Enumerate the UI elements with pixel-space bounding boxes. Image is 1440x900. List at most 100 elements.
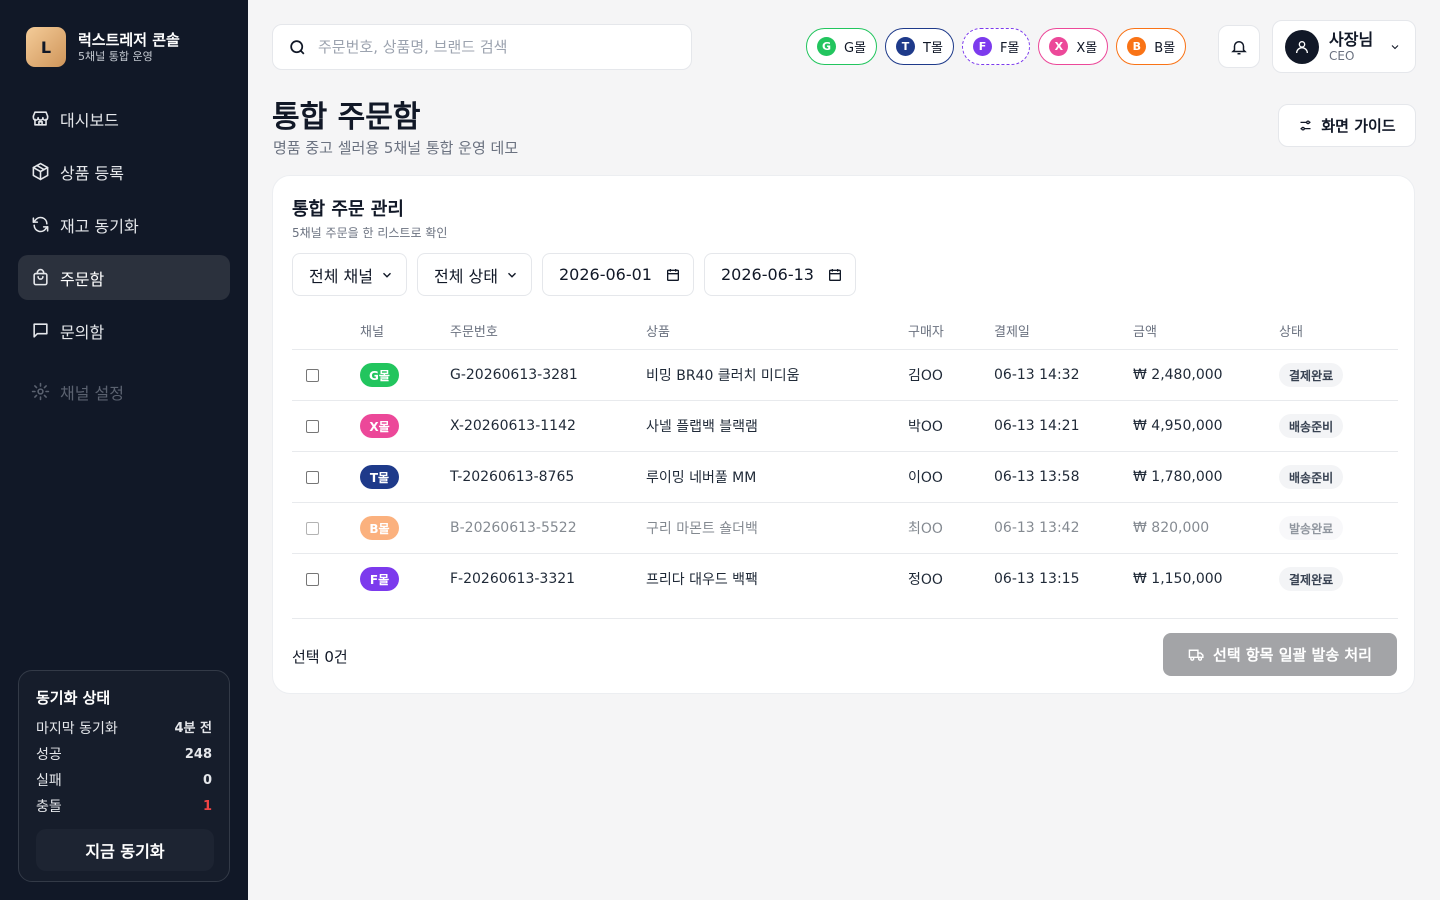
amount: ₩ 1,150,000	[1133, 571, 1223, 587]
brand-subtitle: 5채널 통합 운영	[78, 50, 153, 63]
table-row[interactable]: G몰 G-20260613-3281 비밍 BR40 클러치 미디움 김OO 06-13…	[292, 350, 1398, 400]
row-checkbox[interactable]	[306, 470, 319, 484]
column-header-amount: 금액	[1133, 325, 1157, 340]
table-row[interactable]: F몰 F-20260613-3321 프리다 대우드 백팩 정OO 06-13 13:1…	[292, 554, 1398, 604]
sidebar-item-product-register[interactable]: 상품 등록	[18, 149, 230, 194]
brand: L 럭스트레저 콘솔 5채널 통합 운영	[26, 27, 180, 67]
table-row[interactable]: B몰 B-20260613-5522 구리 마몬트 숄더백 최OO 06-13 13:4…	[292, 503, 1398, 553]
channel-label: F몰	[999, 41, 1020, 56]
truck-icon	[1188, 649, 1204, 661]
column-header-status: 상태	[1279, 325, 1303, 340]
channel-chip-x[interactable]: X X몰	[1038, 28, 1109, 65]
row-checkbox[interactable]	[306, 368, 319, 382]
screen-guide-button[interactable]: 화면 가이드	[1278, 104, 1416, 147]
column-header-order-no: 주문번호	[450, 325, 498, 340]
channel-dot: G	[817, 37, 836, 56]
table-row[interactable]: X몰 X-20260613-1142 사넬 플랩백 블랙램 박OO 06-13 14:2…	[292, 401, 1398, 451]
channel-badge: T몰	[360, 465, 399, 489]
filter-value: 전체 상태	[434, 266, 498, 286]
channel-badge: F몰	[360, 567, 399, 591]
product-name: 사넬 플랩백 블랙램	[646, 419, 758, 435]
filter-value: 2026-06-01	[559, 265, 652, 284]
buyer-name: 정OO	[908, 572, 943, 588]
amount: ₩ 2,480,000	[1133, 367, 1223, 383]
channel-label: X몰	[1076, 41, 1098, 56]
sync-value: 248	[184, 747, 212, 762]
sidebar: L 럭스트레저 콘솔 5채널 통합 운영 대시보드 상품 등록 재고 동기화 주…	[0, 0, 248, 900]
sync-value: 4분 전	[174, 721, 213, 736]
channel-chip-t[interactable]: T T몰	[885, 28, 954, 65]
search-bar[interactable]	[272, 24, 692, 70]
channel-filter-select[interactable]: 전체 채널	[292, 253, 407, 296]
sync-label: 성공	[36, 747, 62, 763]
buyer-name: 이OO	[908, 470, 943, 486]
bulk-ship-label: 선택 항목 일괄 발송 처리	[1213, 646, 1372, 664]
order-number[interactable]: F-20260613-3321	[450, 554, 575, 604]
sync-label: 충돌	[36, 799, 62, 815]
order-number[interactable]: B-20260613-5522	[450, 503, 577, 553]
status-badge: 배송준비	[1279, 465, 1344, 489]
sidebar-item-label: 재고 동기화	[60, 216, 139, 236]
sync-row-success: 성공 248	[36, 742, 212, 768]
column-header-paid-at: 결제일	[994, 325, 1030, 340]
filter-value: 2026-06-13	[721, 265, 814, 284]
amount: ₩ 820,000	[1133, 520, 1210, 536]
channel-dot: F	[972, 37, 992, 56]
sidebar-item-label: 주문함	[60, 269, 105, 289]
calendar-icon	[667, 268, 679, 281]
channel-dot: X	[1049, 37, 1069, 56]
status-badge: 결제완료	[1279, 363, 1344, 387]
product-name: 루이밍 네버풀 MM	[646, 470, 757, 486]
status-badge: 배송준비	[1279, 414, 1344, 438]
buyer-name: 박OO	[908, 419, 943, 435]
sidebar-item-label: 상품 등록	[60, 163, 124, 183]
channel-label: T몰	[923, 41, 943, 56]
channel-label: B몰	[1154, 41, 1176, 56]
paid-at: 06-13 13:42	[994, 520, 1080, 536]
row-checkbox[interactable]	[306, 572, 319, 586]
shopping-bag-icon	[33, 268, 48, 286]
guide-label: 화면 가이드	[1321, 117, 1396, 135]
channel-dot: T	[896, 37, 916, 56]
channel-chip-f[interactable]: F F몰	[961, 28, 1031, 65]
date-to-input[interactable]: 2026-06-13	[704, 253, 856, 296]
channel-chips: G G몰 T T몰 F F몰 X X몰 B B몰	[806, 28, 1194, 65]
gear-icon	[31, 382, 50, 401]
sidebar-item-orders[interactable]: 주문함	[18, 255, 230, 300]
sidebar-item-dashboard[interactable]: 대시보드	[18, 96, 230, 141]
channel-badge: G몰	[360, 363, 399, 387]
sync-now-button[interactable]: 지금 동기화	[36, 829, 214, 871]
sync-row-conflict: 충돌 1	[36, 794, 212, 820]
status-badge: 결제완료	[1279, 567, 1344, 591]
channel-chip-g[interactable]: G G몰	[806, 28, 878, 65]
channel-dot: B	[1127, 37, 1147, 56]
row-checkbox[interactable]	[306, 419, 319, 433]
sliders-icon	[1300, 120, 1311, 131]
profile-name: 사장님	[1329, 29, 1374, 49]
order-number[interactable]: T-20260613-8765	[450, 452, 574, 502]
refresh-icon	[32, 216, 49, 233]
page-title: 통합 주문함	[272, 100, 421, 135]
row-checkbox[interactable]	[306, 521, 319, 535]
status-badge: 발송완료	[1279, 516, 1344, 540]
order-number[interactable]: X-20260613-1142	[450, 401, 576, 451]
date-from-input[interactable]: 2026-06-01	[542, 253, 694, 296]
table-row[interactable]: T몰 T-20260613-8765 루이밍 네버풀 MM 이OO 06-13 13:5…	[292, 452, 1398, 502]
channel-chip-b[interactable]: B B몰	[1116, 28, 1187, 65]
sync-row-last: 마지막 동기화 4분 전	[36, 716, 212, 742]
buyer-name: 최OO	[908, 521, 943, 537]
notification-button[interactable]	[1218, 25, 1260, 68]
profile-menu[interactable]: 사장님 CEO	[1272, 20, 1416, 73]
sync-status-card: 동기화 상태 마지막 동기화 4분 전 성공 248 실패 0 충돌 1 지금 동기화	[18, 670, 230, 882]
bulk-ship-button[interactable]: 선택 항목 일괄 발송 처리	[1163, 633, 1397, 676]
sync-label: 마지막 동기화	[36, 721, 118, 737]
message-icon	[33, 323, 48, 338]
status-filter-select[interactable]: 전체 상태	[417, 253, 532, 296]
product-name: 비밍 BR40 클러치 미디움	[646, 368, 800, 384]
sidebar-item-inquiries[interactable]: 문의함	[18, 308, 230, 353]
orders-card: 통합 주문 관리 5채널 주문을 한 리스트로 확인 전체 채널 전체 상태 2…	[272, 175, 1415, 694]
sidebar-item-inventory-sync[interactable]: 재고 동기화	[18, 202, 230, 247]
order-number[interactable]: G-20260613-3281	[450, 350, 578, 400]
column-header-channel: 채널	[360, 325, 384, 340]
search-input[interactable]	[318, 38, 658, 56]
